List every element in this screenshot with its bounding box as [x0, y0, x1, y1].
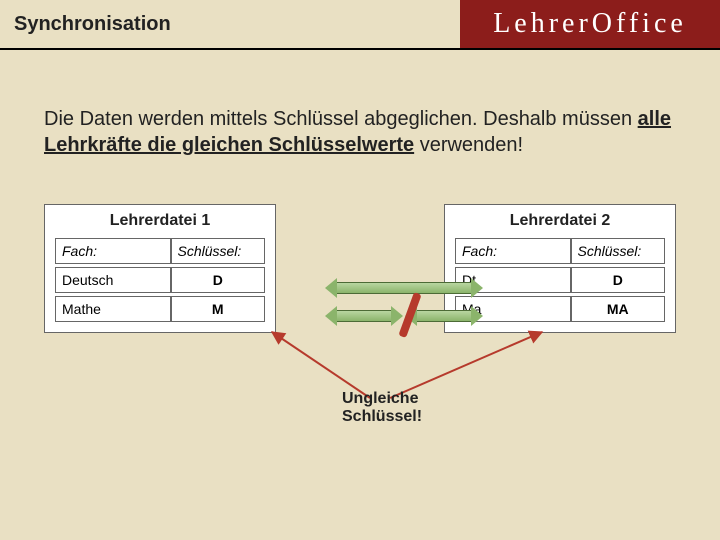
- card-lehrerdatei-1: Lehrerdatei 1 Fach: Schlüssel: Deutsch D…: [44, 204, 276, 333]
- card1-table: Fach: Schlüssel: Deutsch D Mathe M: [55, 238, 265, 322]
- brand-part-a: Lehrer: [493, 8, 592, 40]
- table-row: Ma MA: [455, 296, 665, 322]
- warning-line1: Ungleiche: [342, 390, 422, 408]
- cards-row: Lehrerdatei 1 Fach: Schlüssel: Deutsch D…: [44, 204, 676, 333]
- card2-col-key: Schlüssel:: [571, 238, 666, 264]
- warning-label: Ungleiche Schlüssel!: [342, 390, 422, 425]
- brand-part-b: Office: [592, 8, 687, 40]
- header: Synchronisation LehrerOffice: [0, 0, 720, 50]
- table-row: Mathe M: [55, 296, 265, 322]
- card2-r1-key: MA: [571, 296, 666, 322]
- card2-title: Lehrerdatei 2: [455, 212, 665, 230]
- body: Die Daten werden mittels Schlüssel abgeg…: [0, 50, 720, 333]
- card2-col-fach: Fach:: [455, 238, 571, 264]
- warning-line2: Schlüssel!: [342, 408, 422, 426]
- page-title: Synchronisation: [0, 13, 171, 36]
- card1-r0-fach: Deutsch: [55, 267, 171, 293]
- card2-r0-key: D: [571, 267, 666, 293]
- card1-r1-key: M: [171, 296, 266, 322]
- card1-r0-key: D: [171, 267, 266, 293]
- intro-part1: Die Daten werden mittels Schlüssel abgeg…: [44, 108, 638, 130]
- card1-r1-fach: Mathe: [55, 296, 171, 322]
- brand-logo: LehrerOffice: [460, 0, 720, 48]
- table-row: Dt D: [455, 267, 665, 293]
- card1-col-key: Schlüssel:: [171, 238, 266, 264]
- card2-r1-fach: Ma: [455, 296, 571, 322]
- double-arrow-left-icon: [336, 310, 392, 322]
- card2-r0-fach: Dt: [455, 267, 571, 293]
- card2-table: Fach: Schlüssel: Dt D Ma MA: [455, 238, 665, 322]
- card1-col-fach: Fach:: [55, 238, 171, 264]
- table-row: Deutsch D: [55, 267, 265, 293]
- mismatch-slash-icon: [390, 292, 430, 332]
- card-lehrerdatei-2: Lehrerdatei 2 Fach: Schlüssel: Dt D Ma M…: [444, 204, 676, 333]
- intro-part2: verwenden!: [414, 134, 523, 156]
- card1-title: Lehrerdatei 1: [55, 212, 265, 230]
- intro-text: Die Daten werden mittels Schlüssel abgeg…: [44, 106, 676, 158]
